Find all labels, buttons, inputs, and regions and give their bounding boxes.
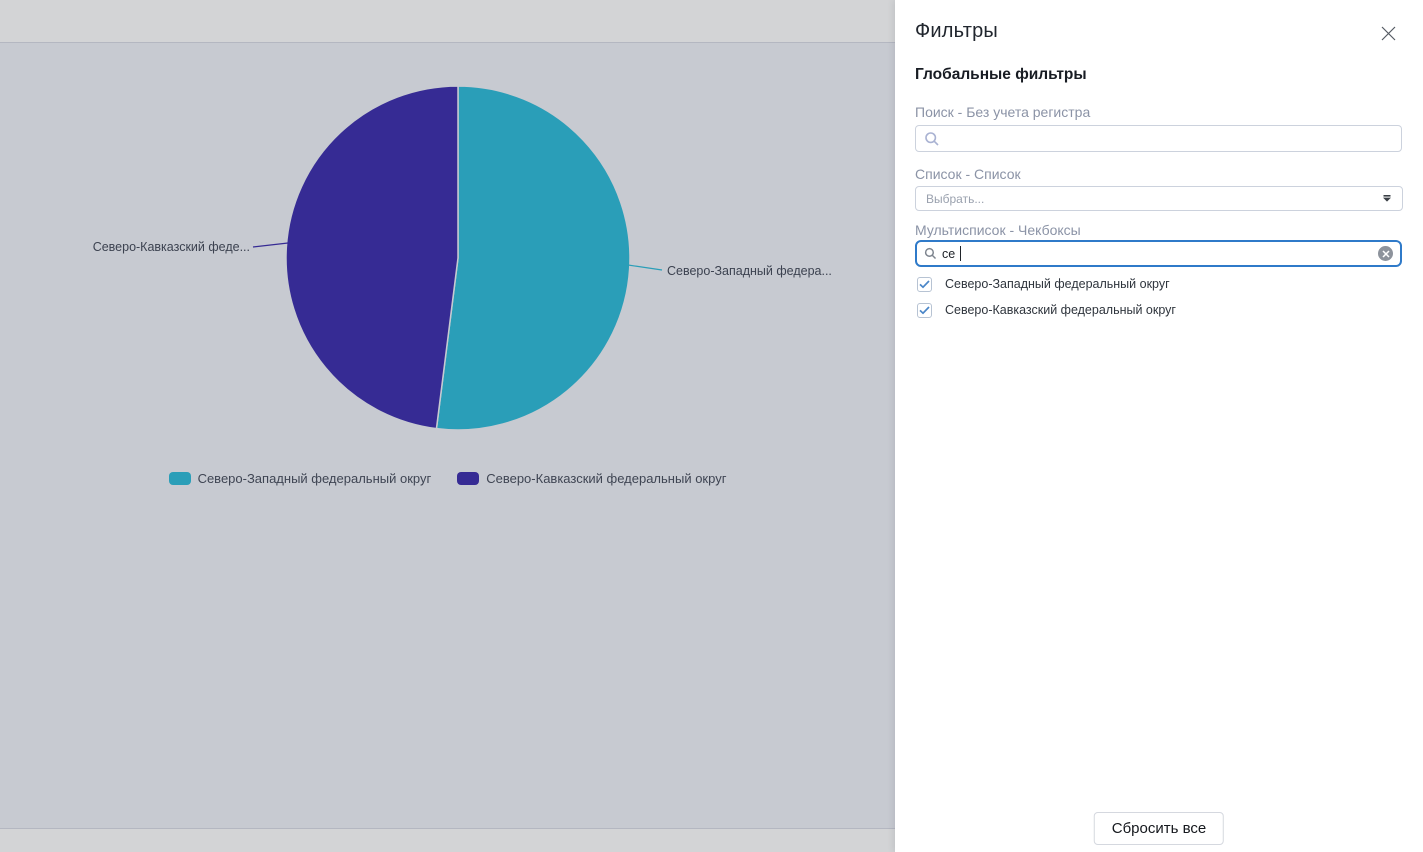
search-input[interactable] bbox=[915, 125, 1402, 152]
pie-slice[interactable] bbox=[286, 86, 458, 429]
chevron-down-icon bbox=[1382, 195, 1392, 202]
callout-line-left bbox=[253, 243, 288, 247]
clear-icon[interactable] bbox=[1378, 246, 1393, 261]
filter-label-search: Поиск - Без учета регистра bbox=[915, 104, 1090, 120]
reset-all-button[interactable]: Сбросить все bbox=[1094, 812, 1224, 845]
filter-label-multi: Мультисписок - Чекбоксы bbox=[915, 222, 1081, 238]
option-label: Северо-Западный федеральный округ bbox=[945, 277, 1170, 291]
checkmark-icon bbox=[919, 306, 930, 315]
filter-label-list: Список - Список bbox=[915, 166, 1021, 182]
checkbox-checked[interactable] bbox=[917, 277, 932, 292]
multi-search-input[interactable]: се bbox=[915, 240, 1402, 267]
screen: Северо-Кавказский феде... Северо-Западны… bbox=[0, 0, 1423, 852]
callout-line-right bbox=[628, 265, 662, 270]
panel-title: Фильтры bbox=[915, 20, 998, 43]
legend-swatch-icon bbox=[169, 472, 191, 485]
pie-callout-label: Северо-Кавказский феде... bbox=[60, 240, 250, 254]
section-title: Глобальные фильтры bbox=[915, 66, 1087, 84]
legend-swatch-icon bbox=[457, 472, 479, 485]
close-icon[interactable] bbox=[1379, 24, 1397, 42]
option-label: Северо-Кавказский федеральный округ bbox=[945, 303, 1176, 317]
legend-label: Северо-Кавказский федеральный округ bbox=[486, 471, 726, 486]
text-caret bbox=[960, 246, 961, 261]
select-placeholder: Выбрать... bbox=[926, 192, 984, 206]
pie-callout-label: Северо-Западный федера... bbox=[667, 264, 832, 278]
search-icon bbox=[924, 131, 940, 147]
legend-item[interactable]: Северо-Западный федеральный округ bbox=[169, 471, 432, 486]
legend: Северо-Западный федеральный округ Северо… bbox=[0, 471, 895, 486]
multi-option-row[interactable]: Северо-Западный федеральный округ bbox=[917, 276, 1397, 292]
legend-item[interactable]: Северо-Кавказский федеральный округ bbox=[457, 471, 726, 486]
list-select[interactable]: Выбрать... bbox=[915, 186, 1403, 211]
multi-search-value: се bbox=[942, 247, 955, 261]
filters-panel: Фильтры Глобальные фильтры Поиск - Без у… bbox=[895, 0, 1423, 852]
pie-slice[interactable] bbox=[436, 86, 630, 430]
multi-option-row[interactable]: Северо-Кавказский федеральный округ bbox=[917, 302, 1397, 318]
pie-slices bbox=[286, 86, 630, 430]
legend-label: Северо-Западный федеральный округ bbox=[198, 471, 432, 486]
checkbox-checked[interactable] bbox=[917, 303, 932, 318]
search-icon bbox=[924, 247, 937, 260]
checkmark-icon bbox=[919, 280, 930, 289]
